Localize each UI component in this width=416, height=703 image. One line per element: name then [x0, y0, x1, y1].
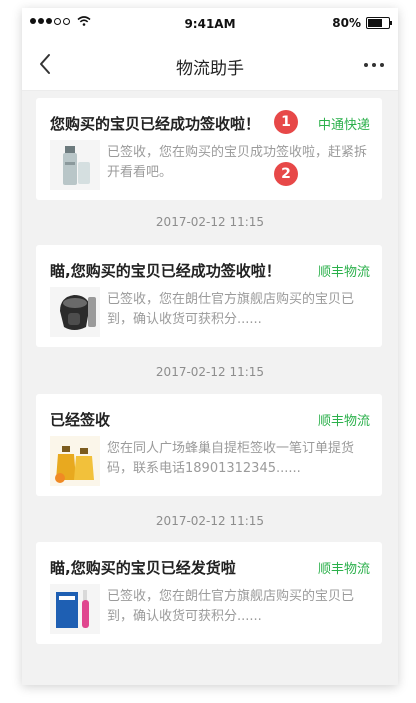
battery-percent: 80%	[332, 16, 361, 30]
timestamp: 2017-02-12 11:15	[155, 365, 265, 379]
card-message: 已签收，您在朗仕官方旗舰店购买的宝贝已到，确认收货可获积分......	[107, 589, 355, 624]
annotation-badge-1: 1	[274, 110, 298, 134]
logistics-card[interactable]: 瞄,您购买的宝贝已经发货啦 顺丰物流 已签收，您在朗仕官方旗舰店购买的宝贝已到，…	[36, 542, 382, 644]
card-message: 已签收，您在购买的宝贝成功签收啦，赶紧拆开看看吧。	[107, 145, 368, 180]
card-title: 瞄,您购买的宝贝已经成功签收啦！	[50, 262, 281, 280]
phone-screen: 9:41AM 80% 物流助手 您购买的宝贝已经成功签收啦！ 中通快递 已签收，…	[22, 8, 398, 685]
logistics-card[interactable]: 瞄,您购买的宝贝已经成功签收啦！ 顺丰物流 已签收，您在朗仕官方旗舰店购买的宝贝…	[36, 245, 382, 347]
navigation-bar: 物流助手	[22, 40, 398, 91]
carrier-label: 顺丰物流	[317, 414, 370, 429]
card-title: 已经签收	[50, 411, 111, 429]
card-title: 您购买的宝贝已经成功签收啦！	[50, 115, 261, 133]
battery-icon	[366, 17, 392, 29]
carrier-label: 中通快递	[317, 118, 370, 133]
logistics-card[interactable]: 您购买的宝贝已经成功签收啦！ 中通快递 已签收，您在购买的宝贝成功签收啦，赶紧拆…	[36, 98, 382, 200]
annotation-badge-2: 2	[274, 162, 298, 186]
card-message: 已签收，您在朗仕官方旗舰店购买的宝贝已到，确认收货可获积分......	[107, 292, 355, 327]
card-message: 您在同人广场蜂巢自提柜签收一笔订单提货码，联系电话18901312345....…	[107, 441, 355, 476]
skincare-bottle-thumbnail	[50, 140, 100, 190]
electric-toothbrush-thumbnail	[50, 584, 100, 634]
carrier-label: 顺丰物流	[317, 265, 370, 280]
card-title: 瞄,您购买的宝贝已经发货啦	[50, 559, 236, 577]
more-options-icon[interactable]	[362, 55, 386, 75]
status-bar: 9:41AM 80%	[22, 8, 398, 40]
timestamp: 2017-02-12 11:15	[155, 514, 265, 528]
logistics-card[interactable]: 已经签收 顺丰物流 您在同人广场蜂巢自提柜签收一笔订单提货码，联系电话18901…	[36, 394, 382, 496]
carrier-label: 顺丰物流	[317, 562, 370, 577]
timestamp: 2017-02-12 11:15	[155, 215, 265, 229]
page-title: 物流助手	[176, 59, 244, 79]
honey-bottles-thumbnail	[50, 436, 100, 486]
electric-shaver-thumbnail	[50, 287, 100, 337]
